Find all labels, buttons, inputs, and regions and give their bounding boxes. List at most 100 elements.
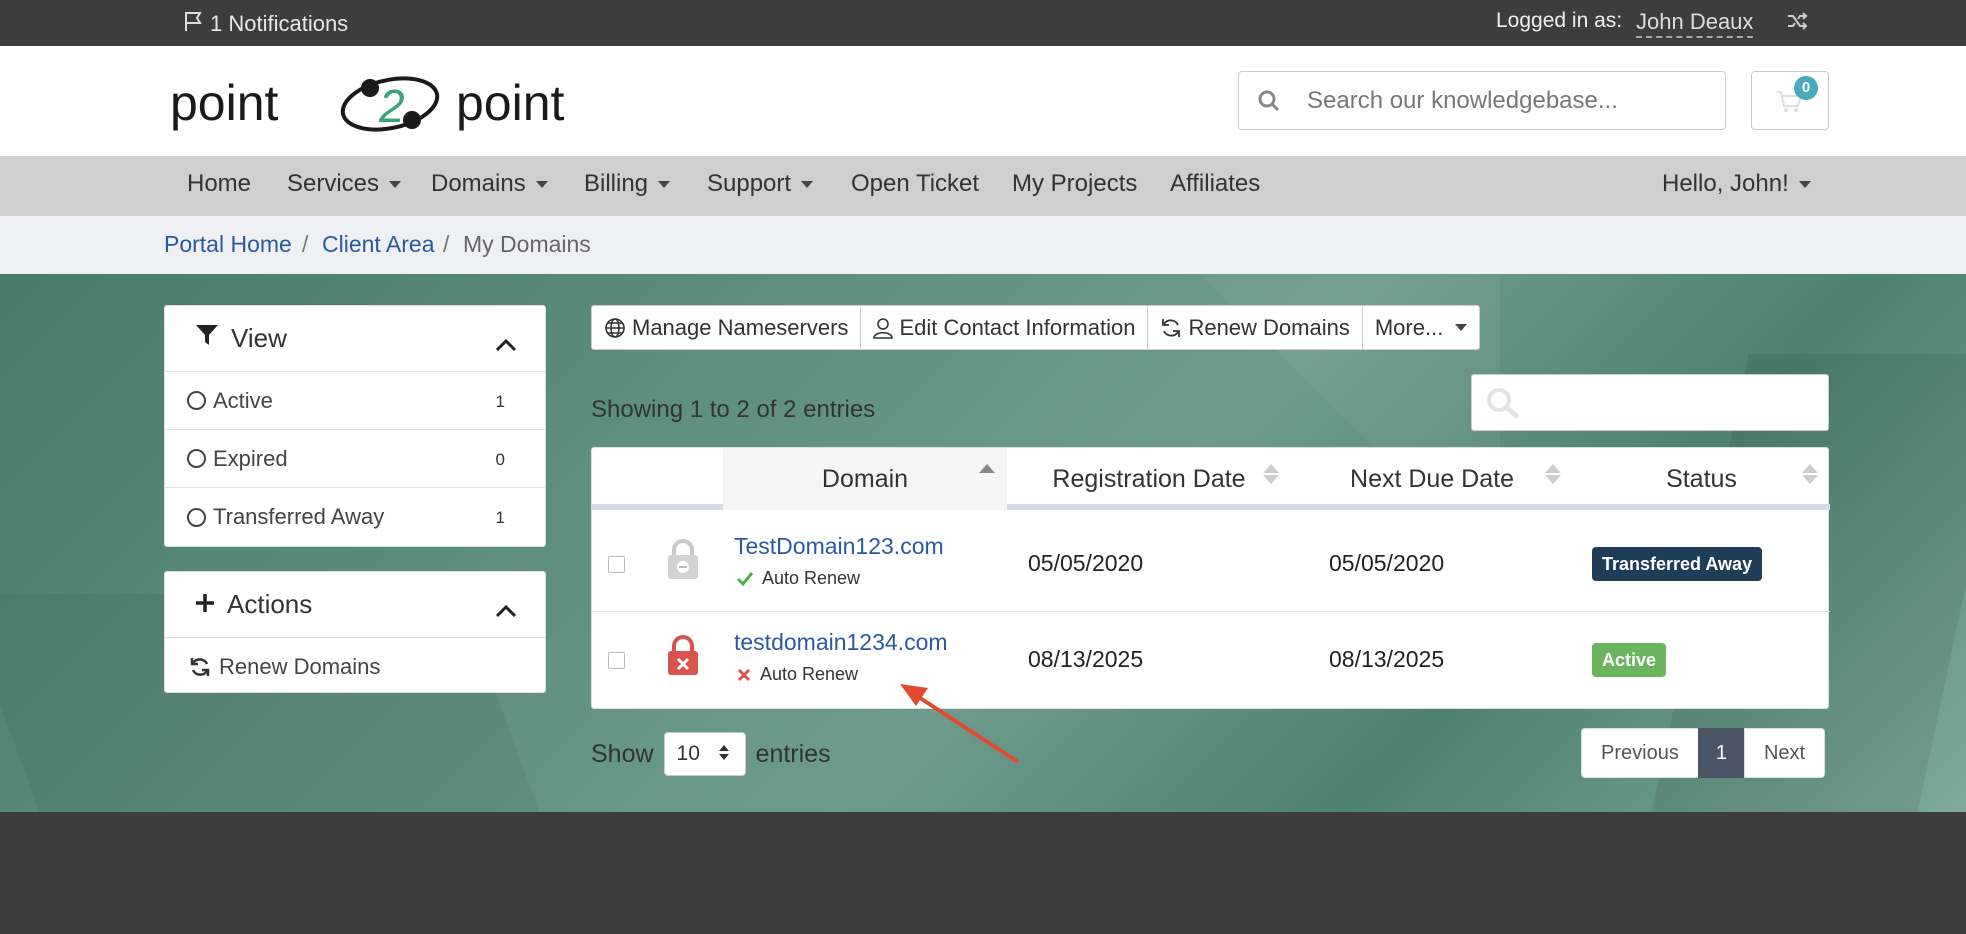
cart-button[interactable]: 0 bbox=[1751, 71, 1829, 130]
lock-unlocked-icon bbox=[666, 538, 700, 586]
row-checkbox[interactable] bbox=[608, 556, 625, 573]
chevron-up-icon[interactable] bbox=[495, 328, 517, 359]
domains-table: Domain Registration Date Next Due Date S… bbox=[591, 447, 1830, 709]
nav-billing[interactable]: Billing bbox=[584, 170, 671, 198]
column-next-due-date-label: Next Due Date bbox=[1350, 464, 1514, 493]
close-icon bbox=[736, 667, 752, 683]
svg-text:2: 2 bbox=[378, 80, 405, 132]
row-checkbox[interactable] bbox=[608, 652, 625, 669]
table-row[interactable]: testdomain1234.com Auto Renew 08/13/2025… bbox=[592, 612, 1830, 708]
more-dropdown-button[interactable]: More... bbox=[1361, 305, 1481, 350]
column-registration-date-label: Registration Date bbox=[1052, 464, 1246, 493]
notifications-link[interactable]: 1 Notifications bbox=[182, 10, 348, 38]
column-domain-label: Domain bbox=[821, 464, 909, 493]
user-menu[interactable]: Hello, John! bbox=[1662, 170, 1811, 198]
page-length-control: Show 10 entries bbox=[591, 732, 831, 776]
column-next-due-date[interactable]: Next Due Date bbox=[1291, 448, 1573, 510]
nav-my-projects[interactable]: My Projects bbox=[1012, 170, 1137, 198]
breadcrumb-client-area[interactable]: Client Area bbox=[322, 231, 435, 258]
caret-down-icon bbox=[389, 180, 402, 188]
action-label: Renew Domains bbox=[219, 654, 381, 679]
breadcrumb-portal-home[interactable]: Portal Home bbox=[164, 231, 292, 258]
radio-circle-icon bbox=[187, 391, 206, 410]
column-status[interactable]: Status bbox=[1573, 448, 1830, 510]
top-bar: 1 Notifications Logged in as: John Deaux bbox=[0, 0, 1966, 46]
breadcrumb: Portal Home / Client Area / My Domains bbox=[0, 216, 1966, 274]
search-input[interactable] bbox=[1299, 86, 1699, 115]
table-row[interactable]: TestDomain123.com Auto Renew 05/05/2020 … bbox=[592, 516, 1830, 612]
filter-active[interactable]: Active 1 bbox=[165, 372, 545, 430]
search-icon bbox=[1239, 90, 1299, 112]
column-status-label: Status bbox=[1666, 464, 1737, 493]
domain-bulk-toolbar: Manage Nameservers Edit Contact Informat… bbox=[591, 305, 1481, 350]
previous-page-button[interactable]: Previous bbox=[1581, 728, 1699, 778]
next-page-button[interactable]: Next bbox=[1743, 728, 1826, 778]
nav-home-label: Home bbox=[187, 170, 252, 197]
domain-link[interactable]: TestDomain123.com bbox=[734, 533, 944, 560]
site-logo[interactable]: point 2 point bbox=[170, 68, 610, 138]
nav-open-ticket[interactable]: Open Ticket bbox=[851, 170, 979, 198]
nav-billing-label: Billing bbox=[584, 170, 649, 197]
breadcrumb-current: My Domains bbox=[463, 231, 591, 257]
page-length-select[interactable]: 10 bbox=[663, 732, 746, 776]
caret-down-icon bbox=[1798, 180, 1811, 188]
plus-icon bbox=[195, 589, 215, 620]
caret-down-icon bbox=[1455, 324, 1468, 331]
renew-domains-label: Renew Domains bbox=[1188, 314, 1350, 340]
sort-icon bbox=[1263, 464, 1279, 484]
edit-contact-label: Edit Contact Information bbox=[899, 314, 1136, 340]
filter-transferred-away[interactable]: Transferred Away 1 bbox=[165, 488, 545, 546]
chevron-up-icon[interactable] bbox=[495, 594, 517, 625]
auto-renew-label: Auto Renew bbox=[762, 568, 861, 588]
nav-my-projects-label: My Projects bbox=[1012, 170, 1138, 197]
view-filter-panel: View Active 1 Expired 0 Transferred Away… bbox=[164, 305, 546, 547]
column-registration-date[interactable]: Registration Date bbox=[1007, 448, 1291, 510]
manage-nameservers-button[interactable]: Manage Nameservers bbox=[591, 305, 862, 350]
nav-home[interactable]: Home bbox=[187, 170, 251, 198]
actions-panel: Actions Renew Domains bbox=[164, 571, 546, 693]
filter-label: Active bbox=[213, 387, 273, 413]
status-badge: Transferred Away bbox=[1592, 547, 1763, 581]
sort-asc-icon bbox=[979, 464, 995, 473]
lock-error-icon bbox=[666, 634, 700, 682]
nav-services-label: Services bbox=[287, 170, 380, 197]
entries-label: entries bbox=[755, 739, 831, 768]
logged-in-label: Logged in as: bbox=[1496, 9, 1623, 32]
main-nav: Home Services Domains Billing Support Op… bbox=[0, 156, 1966, 216]
globe-icon bbox=[604, 317, 626, 339]
svg-text:point: point bbox=[456, 75, 565, 131]
action-renew-domains[interactable]: Renew Domains bbox=[165, 638, 545, 696]
view-panel-header[interactable]: View bbox=[165, 306, 545, 372]
status-badge: Active bbox=[1592, 643, 1667, 677]
page-length-value: 10 bbox=[676, 742, 700, 765]
nav-support[interactable]: Support bbox=[707, 170, 814, 198]
nav-affiliates[interactable]: Affiliates bbox=[1170, 170, 1260, 198]
nav-support-label: Support bbox=[707, 170, 792, 197]
search-icon bbox=[1486, 387, 1522, 425]
domain-link[interactable]: testdomain1234.com bbox=[734, 629, 948, 656]
registration-date: 08/13/2025 bbox=[1028, 646, 1144, 672]
breadcrumb-separator: / bbox=[302, 231, 309, 257]
refresh-icon bbox=[1160, 317, 1182, 339]
nav-affiliates-label: Affiliates bbox=[1170, 170, 1261, 197]
pagination: Previous 1 Next bbox=[1581, 728, 1826, 778]
user-greeting: Hello, John! bbox=[1662, 170, 1789, 197]
site-header: point 2 point 0 bbox=[0, 46, 1966, 156]
filter-expired[interactable]: Expired 0 bbox=[165, 430, 545, 488]
user-name-link[interactable]: John Deaux bbox=[1636, 9, 1754, 38]
table-search-input[interactable] bbox=[1471, 374, 1829, 431]
nav-services[interactable]: Services bbox=[287, 170, 402, 198]
filter-label: Expired bbox=[213, 445, 288, 471]
actions-panel-header[interactable]: Actions bbox=[165, 572, 545, 638]
notifications-label: 1 Notifications bbox=[210, 11, 349, 36]
caret-down-icon bbox=[801, 180, 814, 188]
breadcrumb-separator: / bbox=[443, 231, 450, 257]
edit-contact-button[interactable]: Edit Contact Information bbox=[860, 305, 1149, 350]
caret-down-icon bbox=[658, 180, 671, 188]
column-domain[interactable]: Domain bbox=[723, 448, 1007, 510]
table-header: Domain Registration Date Next Due Date S… bbox=[592, 448, 1830, 510]
shuffle-icon[interactable] bbox=[1786, 10, 1808, 38]
page-1-button[interactable]: 1 bbox=[1697, 728, 1745, 778]
nav-domains[interactable]: Domains bbox=[431, 170, 548, 198]
renew-domains-button[interactable]: Renew Domains bbox=[1147, 305, 1363, 350]
